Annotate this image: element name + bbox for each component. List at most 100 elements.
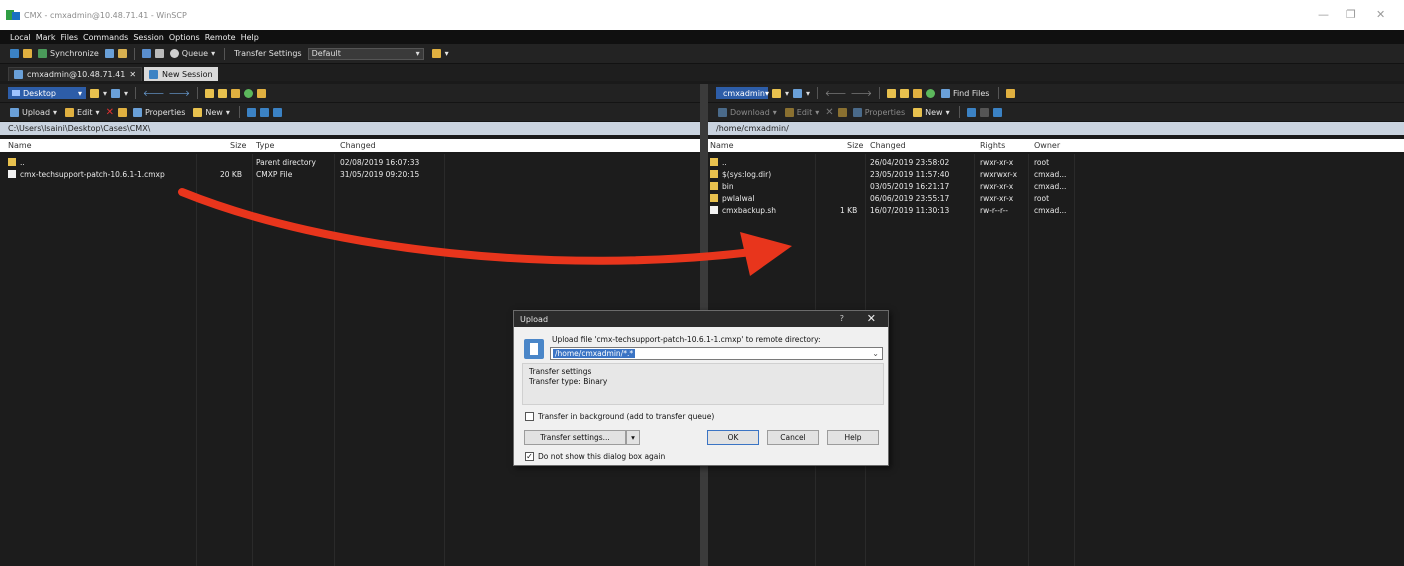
remote-column-headers: Name Size Changed Rights Owner [708, 139, 1404, 152]
remote-edit-button[interactable]: Edit ▾ [783, 107, 822, 117]
dont-show-again-checkbox[interactable]: ✓ [525, 452, 534, 461]
menu-remote[interactable]: Remote [205, 33, 236, 42]
parent-directory-icon[interactable] [886, 88, 896, 98]
menu-session[interactable]: Session [133, 33, 164, 42]
open-folder-icon[interactable] [90, 88, 99, 98]
transfer-settings-select[interactable]: Default ▾ [307, 47, 424, 60]
back-arrow-icon[interactable]: 🡐 [825, 88, 846, 98]
filter-icon[interactable] [793, 88, 803, 98]
table-row[interactable]: bin 03/05/2019 16:21:17 rwxr-xr-x cmxad.… [708, 182, 1404, 192]
root-directory-icon[interactable] [899, 88, 909, 98]
ok-button[interactable]: OK [707, 430, 759, 445]
find-icon[interactable] [256, 88, 266, 98]
table-row[interactable]: .. Parent directory 02/08/2019 16:07:33 [0, 158, 700, 168]
row-type: CMXP File [256, 170, 293, 179]
local-col-type[interactable]: Type [256, 141, 274, 150]
table-row[interactable]: cmx-techsupport-patch-10.6.1-1.cmxp 20 K… [0, 170, 700, 180]
close-window-button[interactable]: ✕ [1376, 8, 1385, 21]
cancel-button[interactable]: Cancel [767, 430, 819, 445]
open-folder-icon[interactable] [772, 88, 781, 98]
remote-edit-label: Edit [796, 107, 813, 117]
properties-icon [852, 107, 862, 117]
dialog-help-icon[interactable]: ? [840, 314, 844, 323]
tab-session[interactable]: cmxadmin@10.48.71.41 ✕ [8, 67, 143, 81]
menu-options[interactable]: Options [169, 33, 200, 42]
remote-properties-button[interactable]: Properties [851, 107, 907, 117]
home-icon[interactable] [230, 88, 240, 98]
table-row[interactable]: cmxbackup.sh 1 KB 16/07/2019 11:30:13 rw… [708, 206, 1404, 216]
title-bar: CMX - cmxadmin@10.48.71.41 - WinSCP — ❐ … [0, 0, 1404, 30]
transfer-icon[interactable] [117, 49, 127, 58]
remote-col-rights[interactable]: Rights [980, 141, 1005, 150]
delete-icon[interactable]: ✕ [825, 107, 833, 118]
local-properties-button[interactable]: Properties [131, 107, 187, 117]
console-icon[interactable] [141, 49, 151, 58]
filter-select-icon[interactable] [272, 107, 282, 117]
delete-icon[interactable]: ✕ [106, 107, 114, 118]
local-col-name[interactable]: Name [8, 141, 32, 150]
maximize-button[interactable]: ❐ [1346, 8, 1356, 21]
forward-arrow-icon[interactable]: 🡒 [850, 88, 871, 98]
preferences-gear-icon[interactable] [154, 49, 164, 58]
table-row[interactable]: $(sys:log.dir) 23/05/2019 11:57:40 rwxrw… [708, 170, 1404, 180]
refresh-icon[interactable] [243, 88, 253, 98]
compare-icon[interactable] [10, 49, 19, 58]
help-button[interactable]: Help [827, 430, 879, 445]
refresh-icon[interactable] [925, 88, 935, 98]
background-transfer-checkbox[interactable] [525, 412, 534, 421]
transfer-settings-dropdown[interactable]: ▾ [626, 430, 640, 445]
chevron-down-icon: ▾ [103, 88, 108, 98]
upload-button[interactable]: Upload ▾ [8, 107, 59, 117]
remote-directory-input[interactable]: /home/cmxadmin/*.* ⌄ [550, 347, 883, 360]
remote-location-select[interactable]: cmxadmin ▾ [716, 87, 769, 99]
local-col-changed[interactable]: Changed [340, 141, 376, 150]
queue-button[interactable]: Queue ▾ [168, 49, 217, 58]
transfer-options-icon[interactable] [431, 49, 441, 58]
menu-local[interactable]: Local [10, 33, 31, 42]
select-all-icon[interactable] [246, 107, 256, 117]
tree-icon[interactable] [1006, 88, 1016, 98]
close-tab-icon[interactable]: ✕ [129, 70, 136, 79]
synchronize-button[interactable]: Synchronize [36, 49, 101, 58]
remote-col-owner[interactable]: Owner [1034, 141, 1060, 150]
filter-icon[interactable] [111, 88, 121, 98]
local-col-size[interactable]: Size [230, 141, 246, 150]
transfer-settings-summary: Transfer settings Transfer type: Binary [522, 363, 884, 405]
row-changed: 31/05/2019 09:20:15 [340, 170, 420, 179]
menu-help[interactable]: Help [241, 33, 259, 42]
select-all-icon[interactable] [966, 107, 976, 117]
sync-browse-icon[interactable] [23, 49, 32, 58]
menu-commands[interactable]: Commands [83, 33, 128, 42]
minimize-button[interactable]: — [1318, 8, 1329, 21]
remote-col-size[interactable]: Size [847, 141, 863, 150]
root-directory-icon[interactable] [217, 88, 227, 98]
rename-icon[interactable] [837, 107, 847, 117]
rename-icon[interactable] [117, 107, 127, 117]
table-row[interactable]: .. 26/04/2019 23:58:02 rwxr-xr-x root [708, 158, 1404, 168]
local-location-select[interactable]: Desktop ▾ [8, 87, 86, 99]
table-row[interactable]: pwlalwal 06/06/2019 23:55:17 rwxr-xr-x r… [708, 194, 1404, 204]
queue-list-icon[interactable] [104, 49, 114, 58]
dialog-close-icon[interactable]: ✕ [867, 312, 876, 325]
chevron-down-icon[interactable]: ⌄ [872, 349, 879, 358]
deselect-icon[interactable] [979, 107, 989, 117]
tab-new-session[interactable]: New Session [144, 67, 218, 81]
transfer-settings-button[interactable]: Transfer settings... [524, 430, 626, 445]
local-edit-button[interactable]: Edit ▾ [63, 107, 102, 117]
download-button[interactable]: Download ▾ [716, 107, 779, 117]
column-divider [252, 154, 253, 566]
filter-select-icon[interactable] [992, 107, 1002, 117]
local-new-button[interactable]: New ▾ [191, 107, 231, 117]
remote-new-button[interactable]: New ▾ [911, 107, 951, 117]
menu-files[interactable]: Files [60, 33, 78, 42]
back-arrow-icon[interactable]: 🡐 [143, 88, 164, 98]
home-icon[interactable] [912, 88, 922, 98]
remote-col-changed[interactable]: Changed [870, 141, 906, 150]
remote-col-name[interactable]: Name [710, 141, 734, 150]
menu-mark[interactable]: Mark [36, 33, 56, 42]
find-files-button[interactable]: Find Files [939, 88, 992, 98]
deselect-icon[interactable] [259, 107, 269, 117]
parent-directory-icon[interactable] [204, 88, 214, 98]
synchronize-icon [38, 49, 47, 58]
forward-arrow-icon[interactable]: 🡒 [168, 88, 189, 98]
